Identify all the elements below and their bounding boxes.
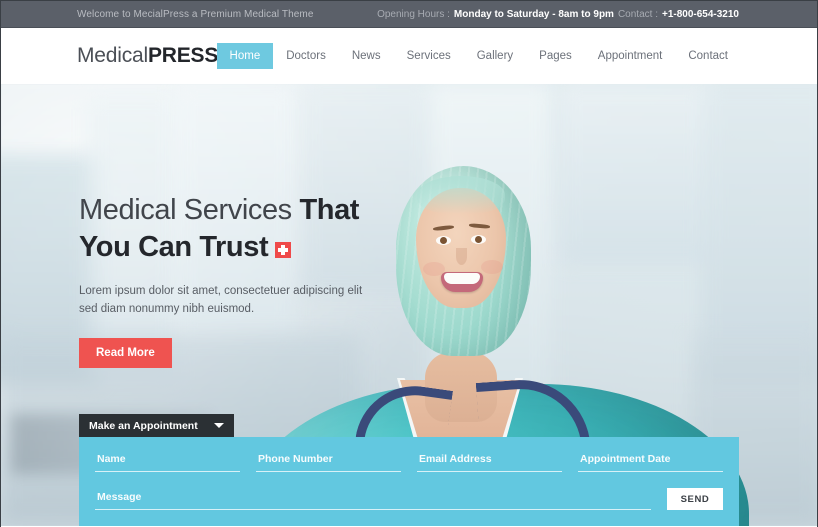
hero-heading-bold-2: You Can Trust	[79, 230, 269, 263]
appointment-toggle[interactable]: Make an Appointment	[79, 414, 234, 437]
nav-item-news[interactable]: News	[339, 43, 394, 69]
appointment-form-row-1	[95, 451, 723, 472]
main-navigation: Home Doctors News Services Gallery Pages…	[216, 43, 741, 69]
name-input[interactable]	[95, 451, 240, 472]
nav-item-services[interactable]: Services	[394, 43, 464, 69]
message-input[interactable]	[95, 489, 651, 510]
read-more-button[interactable]: Read More	[79, 338, 172, 369]
phone-input[interactable]	[256, 451, 401, 472]
hero-heading-light: Medical Services	[79, 194, 300, 226]
welcome-message: Welcome to MecialPress a Premium Medical…	[77, 8, 314, 20]
eye-left	[436, 236, 451, 245]
cheek-right	[481, 260, 503, 274]
contact-label: Contact :	[617, 8, 658, 20]
nose	[456, 248, 467, 265]
appointment-form-row-2: SEND	[95, 488, 723, 510]
site-logo[interactable]: Medical PRESS	[77, 44, 238, 68]
email-input[interactable]	[417, 451, 562, 472]
hero-banner: Medical Services That You Can Trust Lore…	[1, 84, 817, 526]
page-root: Welcome to MecialPress a Premium Medical…	[0, 0, 818, 527]
surgical-cap-front	[417, 176, 505, 214]
logo-text-light: Medical	[77, 44, 148, 67]
nav-item-gallery[interactable]: Gallery	[464, 43, 526, 69]
chevron-down-icon	[214, 423, 224, 428]
site-header: Medical PRESS Home Doctors News Services …	[1, 28, 817, 84]
teeth	[444, 273, 480, 284]
nav-item-doctors[interactable]: Doctors	[273, 43, 339, 69]
hero-content: Medical Services That You Can Trust Lore…	[79, 192, 409, 369]
nav-item-appointment[interactable]: Appointment	[585, 43, 676, 69]
nav-item-contact[interactable]: Contact	[675, 43, 741, 69]
medical-cross-icon	[275, 241, 292, 258]
top-bar: Welcome to MecialPress a Premium Medical…	[1, 1, 817, 28]
hero-heading-bold-1: That	[299, 194, 360, 226]
contact-phone[interactable]: +1-800-654-3210	[662, 9, 739, 20]
nav-item-pages[interactable]: Pages	[526, 43, 585, 69]
logo-text-bold: PRESS	[147, 44, 219, 67]
appointment-form: SEND	[79, 437, 739, 526]
appointment-toggle-label: Make an Appointment	[89, 419, 198, 432]
hero-heading: Medical Services That You Can Trust	[79, 192, 409, 266]
opening-hours-label: Opening Hours :	[377, 8, 450, 20]
date-input[interactable]	[578, 451, 723, 472]
hero-paragraph: Lorem ipsum dolor sit amet, consectetuer…	[79, 284, 363, 316]
topbar-info: Opening Hours : Monday to Saturday - 8am…	[377, 9, 739, 20]
opening-hours-value: Monday to Saturday - 8am to 9pm	[453, 8, 614, 20]
eye-right	[471, 235, 486, 244]
appointment-widget: Make an Appointment SEND	[79, 414, 739, 526]
send-button[interactable]: SEND	[667, 488, 723, 510]
nav-item-home[interactable]: Home	[216, 43, 274, 69]
